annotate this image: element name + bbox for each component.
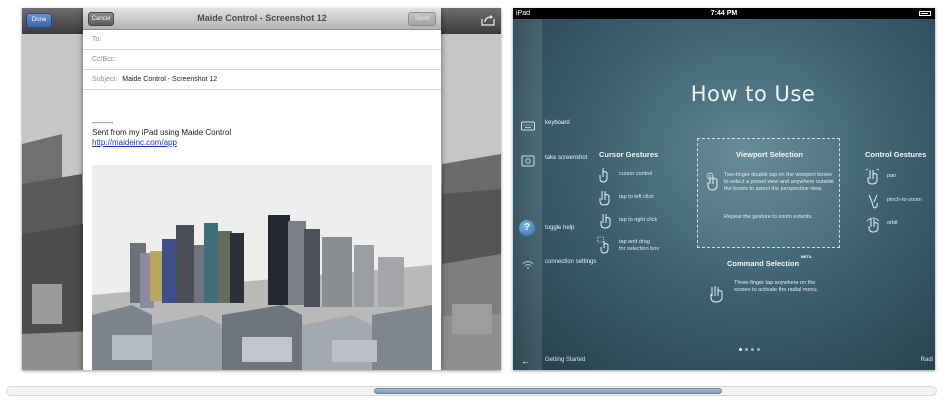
two-finger-hand-icon (600, 214, 611, 229)
screenshot-email[interactable]: Done Cancel Maide Control - Screenshot 1… (22, 8, 501, 370)
gesture-label: for selection box (619, 246, 660, 252)
horizontal-scrollbar[interactable] (6, 386, 937, 396)
control-gestures-heading: Control Gestures (865, 150, 927, 159)
command-selection-text: Three-finger tap anywhere on the screen … (734, 280, 819, 293)
one-finger-hand-icon (599, 168, 608, 183)
screenshot-how-to-use[interactable]: iPad 7:44 PM keyboard take screenshot ? … (513, 8, 935, 370)
next-page-link[interactable]: Radi (921, 357, 933, 363)
ccbcc-field[interactable]: Cc/Bcc: (83, 50, 441, 70)
sidebar-item-connection[interactable]: connection settings (513, 258, 633, 284)
three-finger-hand-icon (710, 286, 723, 303)
subject-field[interactable]: Subject: Maide Control - Screenshot 12 (83, 70, 441, 90)
gesture-label: pan (887, 173, 897, 179)
viewport-selection-heading: Viewport Selection (736, 150, 803, 159)
status-time: 7:44 PM (710, 10, 738, 17)
email-body[interactable]: -------- Sent from my iPad using Maide C… (92, 118, 231, 148)
drag-hand-icon (597, 236, 609, 254)
subject-value: Maide Control - Screenshot 12 (122, 76, 218, 83)
gesture-label: orbit (887, 220, 898, 226)
email-title: Maide Control - Screenshot 12 (197, 13, 327, 23)
cursor-gestures-heading: Cursor Gestures (599, 150, 659, 159)
getting-started-link[interactable]: Getting Started (545, 357, 585, 363)
viewport-selection-panel: Viewport Selection Two-finger double tap… (697, 138, 840, 248)
attached-screenshot-image (92, 165, 432, 370)
ccbcc-label: Cc/Bcc: (92, 56, 117, 63)
screenshot-icon (521, 155, 535, 167)
bottom-nav-bar: ← Getting Started Radi (513, 352, 935, 370)
email-title-bar: Cancel Maide Control - Screenshot 12 Sen… (83, 8, 441, 30)
gesture-label: pinch-to-zoom (887, 197, 922, 203)
status-bar: iPad 7:44 PM (513, 8, 935, 19)
done-button[interactable]: Done (26, 13, 52, 28)
share-icon[interactable] (481, 14, 495, 26)
gesture-label: tap to right click (619, 217, 658, 223)
pinch-hand-icon (868, 194, 878, 209)
double-tap-hand-icon (706, 172, 718, 191)
page-dot[interactable] (751, 348, 754, 351)
viewport-selection-repeat-text: Repeat the gesture to zoom extents. (724, 214, 813, 220)
scrollbar-thumb[interactable] (374, 388, 722, 394)
page-dot[interactable] (757, 348, 760, 351)
help-icon: ? (519, 220, 535, 236)
email-compose-sheet: Cancel Maide Control - Screenshot 12 Sen… (83, 8, 441, 370)
page-indicator[interactable] (739, 338, 763, 351)
sidebar-strip (513, 19, 542, 370)
to-field[interactable]: To: (83, 30, 441, 50)
battery-icon (919, 11, 931, 16)
sidebar-label-help: toggle help (545, 225, 575, 231)
sidebar-label-connection: connection settings (545, 259, 597, 265)
to-label: To: (92, 36, 102, 43)
gesture-label: tap and drag (619, 239, 650, 245)
back-arrow-icon[interactable]: ← (521, 356, 530, 366)
sidebar-label-keyboard: keyboard (545, 120, 570, 126)
subject-label: Subject: (92, 76, 118, 83)
sidebar-item-toggle-help[interactable]: ? toggle help (513, 220, 633, 248)
signature-text: Sent from my iPad using Maide Control (92, 128, 232, 137)
page-dot[interactable] (745, 348, 748, 351)
beta-badge: BETA (801, 254, 812, 259)
send-button[interactable]: Send (408, 12, 436, 26)
app-link[interactable]: http://maideinc.com/app (92, 138, 177, 147)
page-dot[interactable] (739, 348, 742, 351)
orbit-hand-icon (866, 217, 880, 233)
signature-dashes: -------- (92, 118, 114, 127)
command-selection-heading: Command Selection (727, 259, 800, 268)
keyboard-icon (521, 121, 535, 131)
viewport-selection-text: Two-finger double tap on the viewport bo… (724, 172, 834, 192)
screenshot-gallery: Done Cancel Maide Control - Screenshot 1… (0, 0, 949, 405)
how-to-use-title: How to Use (690, 82, 816, 106)
gesture-label: cursor control (619, 171, 653, 177)
gesture-label: tap to left click (619, 194, 654, 200)
sidebar-label-screenshot: take screenshot (545, 155, 588, 161)
pan-hand-icon (865, 168, 880, 185)
two-finger-hand-icon (599, 191, 610, 206)
cancel-button[interactable]: Cancel (88, 12, 114, 26)
wifi-icon (522, 260, 534, 269)
sidebar-item-keyboard[interactable]: keyboard (513, 119, 633, 145)
